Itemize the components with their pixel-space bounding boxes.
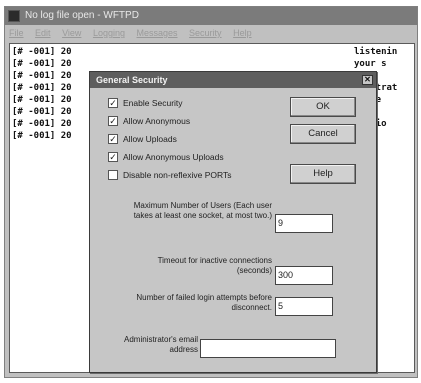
admin-email-field[interactable] <box>200 339 336 358</box>
log-line-prefix: [# -001] 20 <box>12 71 72 81</box>
dialog-titlebar[interactable]: General Security ✕ <box>90 72 376 88</box>
allow-anonymous-uploads-checkbox[interactable]: ✓ Allow Anonymous Uploads <box>108 151 278 165</box>
close-icon[interactable]: ✕ <box>362 75 373 85</box>
admin-email-label: Administrator's email address <box>124 335 198 354</box>
checkbox-box[interactable] <box>108 170 118 180</box>
checkbox-box[interactable]: ✓ <box>108 116 118 126</box>
menu-security[interactable]: Security <box>189 28 222 38</box>
allow-anonymous-checkbox[interactable]: ✓ Allow Anonymous <box>108 115 278 129</box>
allow-uploads-checkbox[interactable]: ✓ Allow Uploads <box>108 133 278 147</box>
timeout-label: Timeout for inactive connections (second… <box>157 256 272 275</box>
checkbox-label: Enable Security <box>123 98 183 108</box>
ok-button[interactable]: OK <box>290 97 356 117</box>
max-users-field[interactable]: 9 <box>275 214 333 233</box>
help-button[interactable]: Help <box>290 164 356 184</box>
checkbox-label: Allow Anonymous <box>123 116 191 126</box>
max-users-label: Maximum Number of Users (Each user takes… <box>133 201 272 220</box>
checkbox-label: Allow Anonymous Uploads <box>123 152 224 162</box>
log-line-prefix: [# -001] 20 <box>12 83 72 93</box>
log-line-prefix: [# -001] 20 <box>12 107 72 117</box>
menu-edit[interactable]: Edit <box>35 28 51 38</box>
menu-logging[interactable]: Logging <box>93 28 125 38</box>
window-title: No log file open - WFTPD <box>25 10 139 21</box>
checkbox-label: Allow Uploads <box>123 134 177 144</box>
log-line-suffix: listenin <box>354 47 398 57</box>
window-titlebar[interactable]: No log file open - WFTPD <box>5 7 417 25</box>
app-window: No log file open - WFTPD File Edit View … <box>4 6 418 378</box>
failed-logins-field[interactable]: 5 <box>275 297 333 316</box>
failed-logins-label: Number of failed login attempts before d… <box>136 293 272 312</box>
dialog-title: General Security <box>96 75 168 85</box>
app-icon <box>8 10 20 22</box>
checkbox-label: Disable non-reflexive PORTs <box>123 170 232 180</box>
menu-bar: File Edit View Logging Messages Security… <box>5 25 417 41</box>
menu-view[interactable]: View <box>62 28 81 38</box>
menu-help[interactable]: Help <box>233 28 252 38</box>
log-line-suffix: your s <box>354 59 387 69</box>
general-security-dialog: General Security ✕ ✓ Enable Security ✓ A… <box>89 71 377 373</box>
cancel-button[interactable]: Cancel <box>290 124 356 144</box>
menu-messages[interactable]: Messages <box>137 28 178 38</box>
timeout-field[interactable]: 300 <box>275 266 333 285</box>
log-line-prefix: [# -001] 20 <box>12 119 72 129</box>
log-line-prefix: [# -001] 20 <box>12 47 72 57</box>
checkbox-box[interactable]: ✓ <box>108 98 118 108</box>
log-line-prefix: [# -001] 20 <box>12 95 72 105</box>
log-line-prefix: [# -001] 20 <box>12 59 72 69</box>
log-line-prefix: [# -001] 20 <box>12 131 72 141</box>
menu-file[interactable]: File <box>9 28 24 38</box>
disable-non-reflexive-ports-checkbox[interactable]: Disable non-reflexive PORTs <box>108 169 278 183</box>
checkbox-box[interactable]: ✓ <box>108 152 118 162</box>
enable-security-checkbox[interactable]: ✓ Enable Security <box>108 97 278 111</box>
checkbox-box[interactable]: ✓ <box>108 134 118 144</box>
